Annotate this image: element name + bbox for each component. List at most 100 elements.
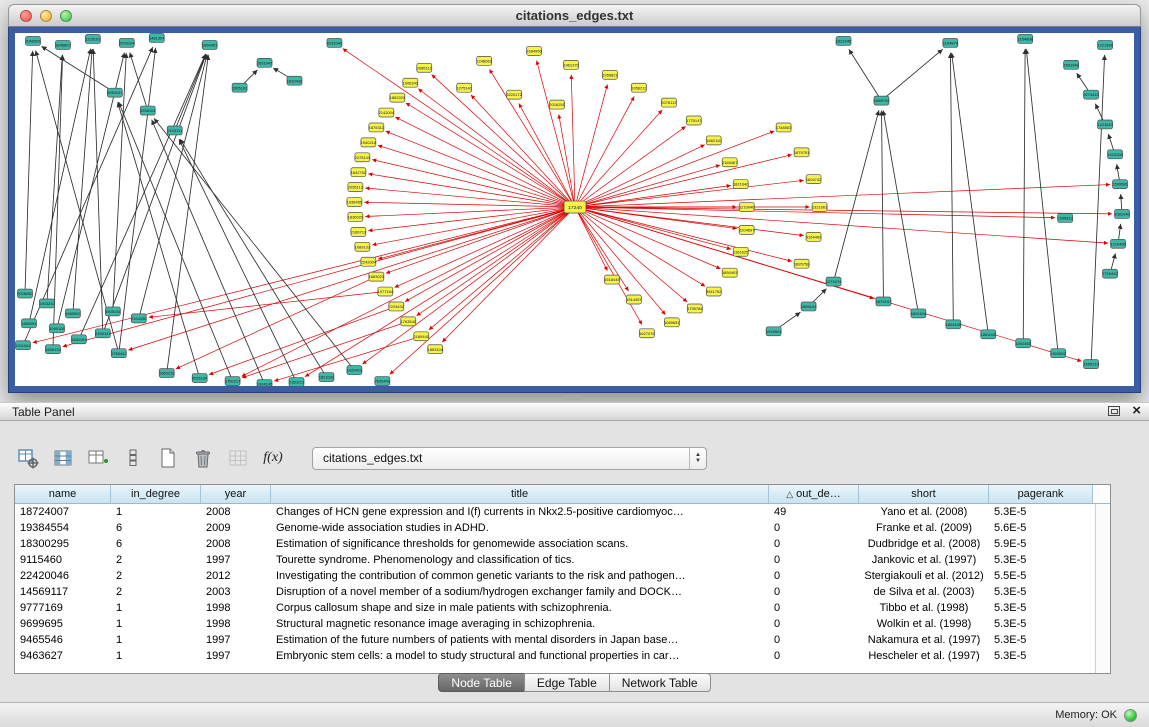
graph-node[interactable]: 2091047 xyxy=(257,58,272,67)
graph-node[interactable]: 2085112 xyxy=(417,63,432,72)
graph-node[interactable]: 1750217 xyxy=(225,377,240,386)
graph-node[interactable]: 1683021 xyxy=(369,272,385,281)
graph-node[interactable]: 1221390 xyxy=(1097,40,1113,49)
table-row[interactable]: 1938455462009Genome-wide association stu… xyxy=(15,520,1095,536)
graph-node[interactable]: 1081040 xyxy=(1114,210,1130,219)
graph-node[interactable]: 1210465 xyxy=(1110,239,1126,248)
graph-node[interactable]: 1989133 xyxy=(355,242,371,251)
table-row[interactable]: 1830029562008Estimation of significance … xyxy=(15,536,1095,552)
graph-node[interactable]: 2103111 xyxy=(167,126,183,135)
column-header-short[interactable]: short xyxy=(859,485,989,503)
graph-node[interactable]: 2055112 xyxy=(348,183,363,192)
graph-node[interactable]: 1906342 xyxy=(403,78,418,87)
graph-node[interactable]: 1895758 xyxy=(794,259,810,268)
zoom-button[interactable] xyxy=(60,10,72,22)
graph-node[interactable]: 1821640 xyxy=(733,180,749,189)
graph-node[interactable]: 1748503 xyxy=(776,123,792,132)
graph-node[interactable]: 7225432 xyxy=(389,302,404,311)
graph-node[interactable]: 2026050 xyxy=(17,289,33,298)
tab-node-table[interactable]: Node Table xyxy=(438,673,525,692)
graph-node[interactable]: 1664951 xyxy=(202,40,218,49)
graph-node[interactable]: 1940216 xyxy=(361,138,377,147)
graph-node[interactable]: 1810432 xyxy=(287,76,302,85)
graph-node[interactable]: 1679197 xyxy=(876,297,891,306)
graph-node[interactable]: 1750442 xyxy=(111,349,126,358)
graph-node[interactable]: 9541752 xyxy=(706,287,721,296)
graph-node[interactable]: 1668794 xyxy=(874,96,890,105)
graph-node[interactable]: 2275141 xyxy=(355,153,371,162)
table-settings-icon[interactable] xyxy=(16,446,40,470)
function-builder-icon[interactable]: f(x) xyxy=(261,446,285,470)
graph-node[interactable]: 1977164 xyxy=(378,287,394,296)
graph-node[interactable]: 1627076 xyxy=(639,329,655,338)
tab-edge-table[interactable]: Edge Table xyxy=(524,673,610,692)
graph-node[interactable]: 1938104 xyxy=(140,106,156,115)
graph-node[interactable]: 1853104 xyxy=(428,345,444,354)
graph-node[interactable]: 2106713 xyxy=(351,227,367,236)
graph-node[interactable]: 1795784 xyxy=(687,304,703,313)
graph-node[interactable]: 2169441 xyxy=(414,332,430,341)
graph-node[interactable]: 7710442 xyxy=(1102,269,1117,278)
graph-node[interactable]: 1889104 xyxy=(801,302,817,311)
table-row[interactable]: 969969511998Structural magnetic resonanc… xyxy=(15,616,1095,632)
graph-node[interactable]: 1662110 xyxy=(706,136,722,145)
graph-node[interactable]: 1852203 xyxy=(390,93,406,102)
graph-node[interactable]: 1660502 xyxy=(65,309,80,318)
graph-node[interactable]: 1956212 xyxy=(631,83,646,92)
graph-node[interactable]: 1275141 xyxy=(456,83,472,92)
graph-node[interactable]: 1938455 xyxy=(347,198,363,207)
graph-node[interactable]: 9274410 xyxy=(1083,90,1099,99)
graph-node[interactable]: 2016251 xyxy=(549,100,565,109)
graph-node[interactable]: 2078113 xyxy=(661,98,677,107)
graph-node[interactable]: 1875310 xyxy=(369,123,385,132)
column-header-pagerank[interactable]: pagerank xyxy=(989,485,1093,503)
table-row[interactable]: 1872400712008Changes of HCN gene express… xyxy=(15,504,1095,520)
graph-node[interactable]: 2204697 xyxy=(739,225,754,234)
table-row[interactable]: 1456911722003Disruption of a novel membe… xyxy=(15,584,1095,600)
graph-node[interactable]: 1092450 xyxy=(1015,339,1031,348)
graph-node[interactable]: 1321661 xyxy=(812,203,828,212)
close-panel-icon[interactable]: × xyxy=(1132,404,1141,418)
graph-node[interactable]: 1505133 xyxy=(45,345,61,354)
graph-node[interactable]: 1089651 xyxy=(664,318,680,327)
graph-node[interactable]: 2066505 xyxy=(25,36,41,45)
graph-node[interactable]: 7635441 xyxy=(375,377,391,386)
graph-node[interactable]: 1505102 xyxy=(232,83,247,92)
graph-node[interactable]: 2093104 xyxy=(119,38,135,47)
close-button[interactable] xyxy=(20,10,32,22)
tab-network-table[interactable]: Network Table xyxy=(609,673,711,692)
panel-divider-grip[interactable] xyxy=(566,395,582,400)
graph-node[interactable]: 2248063 xyxy=(476,56,492,65)
graph-node[interactable]: 1550214 xyxy=(1083,360,1099,369)
graph-node[interactable]: 1413104 xyxy=(1107,150,1123,159)
table-row[interactable]: 977716911998Corpus callosum shape and si… xyxy=(15,600,1095,616)
graph-node[interactable]: 1804105 xyxy=(946,320,962,329)
new-table-icon[interactable] xyxy=(156,446,180,470)
graph-node[interactable]: 1891104 xyxy=(911,309,927,318)
rows-icon[interactable] xyxy=(121,446,145,470)
column-header-title[interactable]: title xyxy=(271,485,769,503)
graph-node[interactable]: 1846803 xyxy=(55,40,71,49)
graph-node[interactable]: 1903210 xyxy=(39,299,55,308)
graph-node[interactable]: 1990106 xyxy=(49,324,65,333)
select-columns-icon[interactable] xyxy=(51,446,75,470)
column-header-in_degree[interactable]: in_degree xyxy=(111,485,201,503)
graph-node[interactable]: 1271074 xyxy=(826,277,842,286)
graph-node[interactable]: 2250147 xyxy=(95,329,110,338)
graph-node[interactable]: 1518445 xyxy=(604,275,620,284)
graph-node[interactable]: 1161625 xyxy=(733,247,749,256)
graph-node[interactable]: 1210646 xyxy=(739,203,755,212)
graph-node[interactable]: 2104150 xyxy=(131,314,147,323)
graph-node[interactable]: 8131040 xyxy=(327,38,343,47)
graph-node[interactable]: 1924501 xyxy=(766,327,782,336)
graph-node[interactable]: 1481304 xyxy=(149,33,165,42)
graph-node[interactable]: 17240 xyxy=(564,201,586,213)
graph-node[interactable]: 1125103 xyxy=(85,34,101,43)
graph-node[interactable]: 2142004 xyxy=(379,108,395,117)
graph-node[interactable]: 1821032 xyxy=(319,373,334,382)
graph-node[interactable]: 1664950 xyxy=(526,46,542,55)
graph-node[interactable]: 1621045 xyxy=(836,36,852,45)
graph-node[interactable]: 1961370 xyxy=(563,60,579,69)
graph-node[interactable]: 1763540 xyxy=(401,317,417,326)
graph-node[interactable]: 1960218 xyxy=(159,369,175,378)
